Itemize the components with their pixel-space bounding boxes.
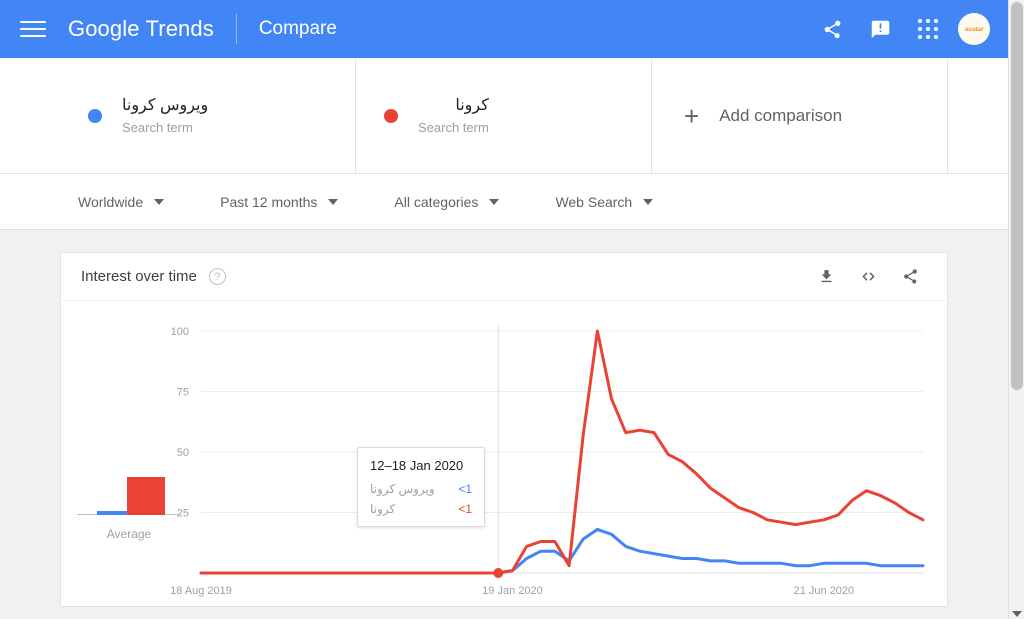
- content-area: Interest over time ? 25 50 75 100 18 Aug…: [0, 230, 1008, 619]
- filter-bar: Worldwide Past 12 months All categories …: [0, 174, 1008, 230]
- vertical-scrollbar[interactable]: [1008, 0, 1024, 619]
- brand-trends-text: Trends: [145, 16, 214, 41]
- help-icon[interactable]: ?: [208, 268, 226, 285]
- chevron-down-icon: [328, 198, 339, 205]
- filter-time-range-label: Past 12 months: [220, 193, 318, 210]
- chart-hover-point-marker: [493, 568, 504, 578]
- tooltip-row-2: کرونا <1: [370, 502, 472, 516]
- filter-location-label: Worldwide: [78, 193, 144, 210]
- page-viewport: Google Trends Compare avatar ویروس کرونا…: [0, 0, 1008, 619]
- download-icon[interactable]: [811, 262, 841, 292]
- tooltip-row-1: ویروس کرونا <1: [370, 482, 472, 496]
- comparison-terms-row: ویروس کرونا Search term کرونا Search ter…: [0, 58, 1008, 174]
- series-color-dot-red: [384, 108, 398, 123]
- tooltip-term-1: ویروس کرونا: [370, 482, 435, 496]
- y-axis-tick-label: 50: [177, 447, 189, 459]
- x-axis-tick-label: 21 Jun 2020: [794, 585, 855, 597]
- embed-code-icon[interactable]: [853, 262, 883, 292]
- scrollbar-thumb[interactable]: [1011, 2, 1023, 390]
- average-bar-blue: [97, 510, 127, 515]
- series-color-dot-blue: [88, 108, 102, 123]
- chart-gridlines: [201, 330, 923, 513]
- scroll-down-arrow-icon[interactable]: [1012, 611, 1022, 617]
- brand-google-text: Google: [68, 16, 140, 41]
- y-axis-tick-label: 75: [177, 387, 189, 399]
- average-bars: [77, 469, 181, 525]
- add-comparison-label: Add comparison: [719, 105, 843, 125]
- hamburger-menu-icon[interactable]: [20, 19, 46, 39]
- card-header: Interest over time ?: [61, 253, 947, 301]
- filter-search-type-label: Web Search: [555, 193, 633, 210]
- add-comparison-button[interactable]: + Add comparison: [652, 58, 948, 173]
- chart-container[interactable]: 25 50 75 100 18 Aug 2019 19 Jan 2020 21 Jun 2…: [61, 301, 947, 607]
- search-term-card-2[interactable]: کرونا Search term: [356, 58, 652, 173]
- plus-icon: +: [684, 100, 700, 131]
- google-trends-page: Google Trends Compare avatar ویروس کرونا…: [0, 0, 1024, 619]
- filter-category-label: All categories: [394, 193, 479, 210]
- chart-x-axis-labels: 18 Aug 2019 19 Jan 2020 21 Jun 2020: [170, 585, 854, 597]
- x-axis-tick-label: 19 Jan 2020: [482, 585, 543, 597]
- interest-over-time-chart[interactable]: 255075100 18 Aug 2019 19 Jan 2020 21 Jun 2…: [61, 301, 947, 607]
- page-title: Compare: [258, 18, 337, 39]
- header-divider: [235, 14, 237, 44]
- filter-location[interactable]: Worldwide: [78, 193, 165, 210]
- search-term-label-1: ویروس کرونا: [122, 97, 209, 114]
- search-term-text-2: کرونا Search term: [418, 96, 489, 135]
- chevron-down-icon: [643, 198, 654, 205]
- y-axis-tick-label: 100: [171, 326, 189, 338]
- interest-over-time-card: Interest over time ? 25 50 75 100 18 Aug…: [60, 252, 948, 607]
- terms-right-gutter: [948, 58, 1008, 173]
- chevron-down-icon: [154, 198, 165, 205]
- app-header: Google Trends Compare avatar: [0, 0, 1008, 58]
- tooltip-term-2: کرونا: [370, 502, 396, 516]
- share-icon[interactable]: [812, 9, 852, 49]
- terms-left-gutter: [0, 58, 60, 173]
- feedback-icon[interactable]: [860, 9, 900, 49]
- avatar[interactable]: avatar: [958, 13, 990, 45]
- search-term-type-2: Search term: [418, 120, 489, 135]
- average-bar-red: [127, 477, 165, 515]
- search-term-type-1: Search term: [122, 120, 193, 135]
- filter-category[interactable]: All categories: [394, 193, 500, 210]
- tooltip-date: 12–18 Jan 2020: [370, 458, 464, 473]
- share-icon[interactable]: [895, 262, 925, 292]
- apps-grid-icon[interactable]: [908, 9, 948, 49]
- search-term-card-1[interactable]: ویروس کرونا Search term: [60, 58, 356, 173]
- avatar-initials: avatar: [964, 26, 984, 32]
- filter-search-type[interactable]: Web Search: [555, 193, 654, 210]
- tooltip-value-1: <1: [458, 482, 472, 496]
- average-indicator: Average: [77, 469, 181, 541]
- search-term-text-1: ویروس کرونا Search term: [122, 96, 208, 135]
- chart-tooltip: 12–18 Jan 2020 ویروس کرونا <1 کرونا <1: [357, 447, 485, 527]
- search-term-label-2: کرونا: [455, 97, 489, 114]
- chevron-down-icon: [489, 198, 500, 205]
- x-axis-tick-label: 18 Aug 2019: [170, 585, 232, 597]
- google-trends-logo[interactable]: Google Trends: [68, 16, 214, 42]
- average-label: Average: [106, 527, 152, 541]
- card-title: Interest over time: [81, 268, 197, 285]
- tooltip-value-2: <1: [458, 502, 472, 516]
- filter-time-range[interactable]: Past 12 months: [220, 193, 339, 210]
